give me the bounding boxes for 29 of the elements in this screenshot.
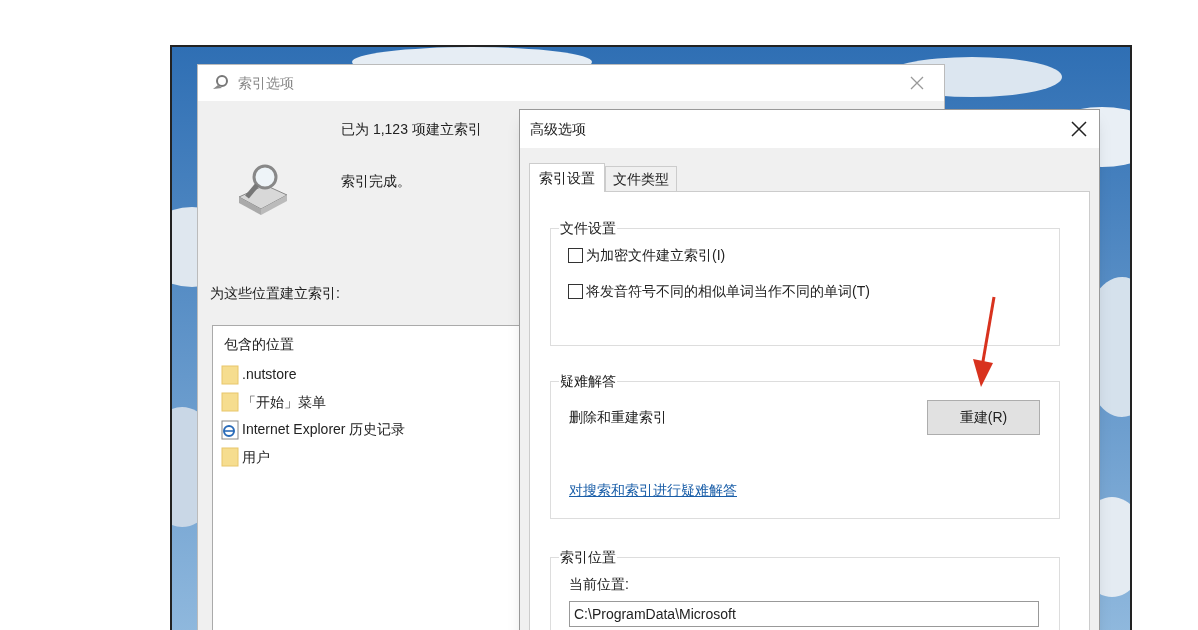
- window-title: 索引选项: [238, 73, 294, 93]
- current-location-label: 当前位置:: [569, 576, 629, 592]
- group-title: 索引位置: [559, 548, 617, 567]
- rebuild-label: 删除和重建索引: [569, 408, 667, 427]
- status-text: 索引完成。: [341, 172, 412, 191]
- tab[interactable]: 索引设置: [529, 163, 605, 192]
- troubleshoot-link[interactable]: 对搜索和索引进行疑难解答: [569, 482, 737, 498]
- index-count-text: 已为 1,123 项建立索引: [341, 120, 482, 139]
- location-item[interactable]: 「开始」菜单: [242, 391, 326, 413]
- path-field[interactable]: C:\ProgramData\Microsoft: [569, 601, 1039, 627]
- locations-label: 为这些位置建立索引:: [210, 285, 340, 301]
- folder-icon: [221, 364, 239, 385]
- window-title: 高级选项: [530, 119, 586, 139]
- location-item[interactable]: Internet Explorer 历史记录: [242, 419, 406, 441]
- location-item[interactable]: 用户: [242, 446, 270, 468]
- rebuild-button[interactable]: 重建(R): [927, 400, 1040, 435]
- tab[interactable]: 文件类型: [605, 166, 677, 191]
- checkbox[interactable]: [568, 248, 583, 263]
- list-header: 包含的位置: [224, 335, 295, 354]
- checkbox-label: 将发音符号不同的相似单词当作不同的单词(T): [586, 282, 870, 301]
- checkbox[interactable]: [568, 284, 583, 299]
- browser-icon: [221, 419, 239, 440]
- group-title: 文件设置: [559, 219, 617, 238]
- checkbox-label: 为加密文件建立索引(I): [586, 246, 726, 265]
- folder-icon: [221, 392, 239, 413]
- location-item[interactable]: .nutstore: [242, 364, 297, 386]
- close-icon[interactable]: [1071, 121, 1087, 137]
- group-title: 疑难解答: [559, 372, 617, 391]
- folder-icon: [221, 447, 239, 468]
